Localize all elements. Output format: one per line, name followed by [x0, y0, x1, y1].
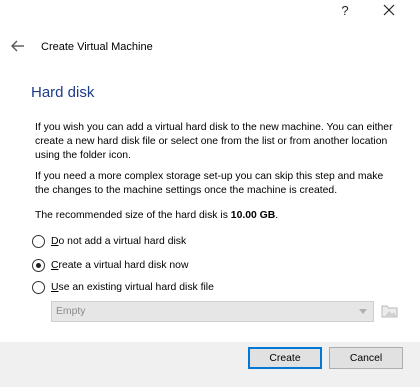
recommended-size-value: 10.00 GB	[230, 210, 276, 221]
recommended-suffix: .	[275, 210, 279, 221]
radio-button[interactable]	[32, 258, 45, 272]
radio-create-disk[interactable]: Create a virtual hard disk now	[32, 257, 188, 273]
create-button[interactable]: Create	[248, 347, 322, 369]
choose-disk-file-button	[379, 300, 401, 322]
wizard-header: Create Virtual Machine	[0, 22, 420, 70]
radio-label[interactable]: Do not add a virtual hard disk	[51, 236, 186, 247]
help-button[interactable]: ?	[330, 0, 360, 20]
wizard-content: Hard disk If you wish you can add a virt…	[0, 70, 420, 342]
radio-label[interactable]: Create a virtual hard disk now	[51, 260, 188, 271]
chevron-down-icon	[359, 309, 367, 314]
close-icon	[383, 4, 395, 16]
disk-file-select: Empty	[51, 301, 374, 322]
radio-existing-disk[interactable]: Use an existing virtual hard disk file	[32, 279, 214, 295]
radio-label[interactable]: Use an existing virtual hard disk file	[51, 282, 214, 293]
close-button[interactable]	[374, 0, 404, 20]
folder-icon	[381, 305, 398, 318]
radio-button[interactable]	[32, 280, 45, 294]
disk-file-select-value: Empty	[56, 306, 86, 317]
cancel-button[interactable]: Cancel	[329, 347, 403, 369]
storage-paragraph: If you need a more complex storage set-u…	[35, 171, 384, 196]
recommended-prefix: The recommended size of the hard disk is	[35, 210, 231, 221]
title-bar: ?	[0, 0, 420, 22]
recommended-size-text: The recommended size of the hard disk is…	[35, 209, 395, 223]
radio-button[interactable]	[32, 234, 45, 248]
wizard-title: Create Virtual Machine	[41, 41, 153, 53]
page-title: Hard disk	[31, 84, 95, 101]
intro-paragraph: If you wish you can add a virtual hard d…	[35, 122, 393, 161]
button-bar: Create Cancel	[0, 342, 420, 387]
back-arrow-icon[interactable]	[10, 38, 26, 54]
radio-no-disk[interactable]: Do not add a virtual hard disk	[32, 233, 186, 249]
